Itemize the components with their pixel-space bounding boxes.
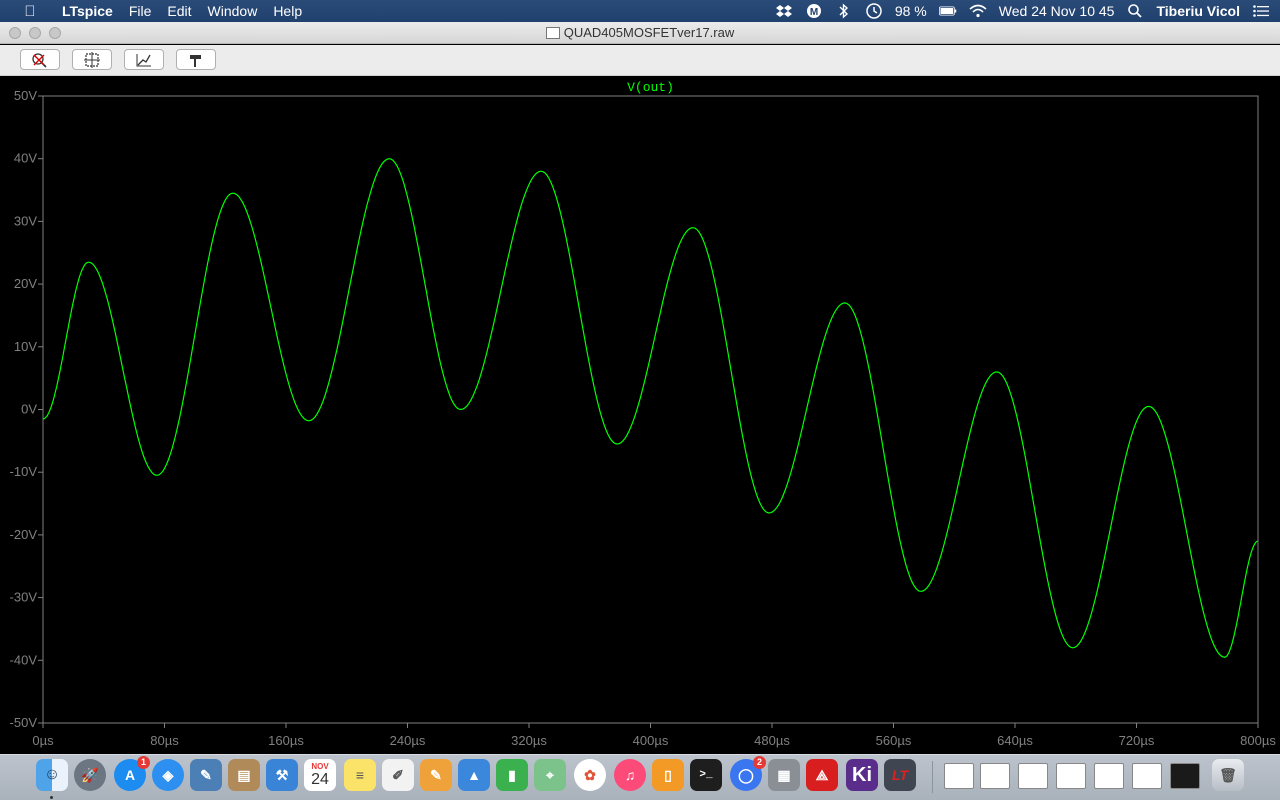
calendar-month: NOV	[311, 761, 329, 771]
trace-label: V(out)	[627, 80, 674, 95]
minimized-window-thumbnail[interactable]	[1132, 763, 1162, 789]
preview-icon[interactable]: ✎	[190, 759, 222, 791]
maps-icon[interactable]: ⌖	[534, 759, 566, 791]
y-tick-label: 10V	[14, 339, 37, 354]
x-tick-label: 640µs	[997, 733, 1033, 748]
zoom-extents-button[interactable]	[72, 49, 112, 70]
trace-v-out	[42, 158, 1259, 658]
user-name[interactable]: Tiberiu Vicol	[1156, 0, 1240, 22]
app-store-icon[interactable]: A1	[114, 756, 150, 791]
ltspice-icon[interactable]: LT	[884, 759, 916, 791]
y-tick-label: 30V	[14, 213, 37, 228]
trash-icon[interactable]: 🗑	[1212, 759, 1244, 791]
calculator-icon[interactable]: ▦	[768, 759, 800, 791]
y-tick-label: -50V	[10, 715, 38, 730]
y-tick-label: 20V	[14, 276, 37, 291]
bluetooth-icon[interactable]	[835, 2, 853, 20]
dock: ☺ 🚀 A1 ◈ ✎ ▤ ⚒ NOV 24 ≡ ✐ ✎ ▲ ▮ ⌖ ✿ ♫ ▯ …	[0, 754, 1280, 800]
waveform-document-icon	[545, 27, 560, 39]
plot-frame	[42, 95, 1259, 724]
hammer-icon	[190, 54, 201, 67]
minimized-window-thumbnail[interactable]	[1018, 763, 1048, 789]
zoom-back-icon	[136, 53, 151, 66]
x-tick-label: 800µs	[1240, 733, 1276, 748]
waveform-plot[interactable]: 50V 40V 30V 20V 10V 0V -10V -20V -30V -40V -50V 0µs…	[0, 76, 1280, 754]
x-tick-label: 400µs	[633, 733, 669, 748]
xcode-icon[interactable]: ⚒	[266, 759, 298, 791]
x-tick-label: 720µs	[1119, 733, 1155, 748]
y-tick-label: -20V	[10, 527, 38, 542]
dropbox-icon[interactable]	[775, 2, 793, 20]
autorange-button[interactable]	[176, 49, 216, 70]
window-title-bar[interactable]: QUAD405MOSFETver17.raw	[0, 22, 1280, 44]
finder-icon[interactable]: ☺	[36, 759, 68, 799]
keynote-icon[interactable]: ▲	[458, 759, 490, 791]
launchpad-icon[interactable]: 🚀	[74, 759, 106, 791]
zoom-off-icon	[32, 52, 47, 68]
y-tick-label: 40V	[14, 151, 37, 166]
calendar-icon[interactable]: NOV 24	[304, 759, 336, 791]
minimized-window-thumbnail[interactable]	[944, 763, 974, 789]
minimized-window-thumbnail[interactable]	[1170, 763, 1200, 789]
kicad-icon[interactable]: Ki	[846, 759, 878, 791]
y-tick-label: 0V	[21, 402, 37, 417]
x-tick-label: 0µs	[32, 733, 54, 748]
edit-menu[interactable]: Edit	[159, 0, 199, 22]
clock[interactable]: Wed 24 Nov 10 45	[999, 0, 1115, 22]
battery-icon[interactable]	[938, 2, 957, 20]
kicad-label: Ki	[852, 763, 872, 786]
y-tick-label: -10V	[10, 464, 38, 479]
x-tick-label: 560µs	[876, 733, 912, 748]
x-tick-label: 320µs	[511, 733, 547, 748]
pages-icon[interactable]: ✎	[420, 759, 452, 791]
photos-icon[interactable]: ✿	[574, 759, 606, 791]
acrobat-icon[interactable]: ⟁	[806, 759, 838, 791]
numbers-icon[interactable]: ▮	[496, 759, 528, 791]
file-menu[interactable]: File	[121, 0, 160, 22]
window-title-text: QUAD405MOSFETver17.raw	[563, 25, 735, 40]
waveform-plot-pane[interactable]: 50V 40V 30V 20V 10V 0V -10V -20V -30V -40V -50V 0µs…	[0, 76, 1280, 754]
contacts-icon[interactable]: ▤	[228, 759, 260, 791]
itunes-icon[interactable]: ♫	[614, 759, 646, 791]
apple-menu-icon[interactable]: 	[20, 3, 40, 20]
spotlight-search-icon[interactable]	[1126, 2, 1144, 20]
ltspice-label: LT	[891, 767, 909, 783]
zoom-back-button[interactable]	[124, 49, 164, 70]
window-menu[interactable]: Window	[200, 0, 266, 22]
help-menu[interactable]: Help	[265, 0, 310, 22]
wifi-icon[interactable]	[969, 2, 987, 20]
minimized-window-thumbnail[interactable]	[1094, 763, 1124, 789]
x-tick-label: 240µs	[390, 733, 426, 748]
x-tick-label: 160µs	[268, 733, 304, 748]
terminal-icon[interactable]: >_	[690, 759, 722, 791]
y-tick-label: -30V	[10, 590, 38, 605]
time-machine-icon[interactable]	[865, 2, 883, 20]
books-icon[interactable]: ▯	[652, 759, 684, 791]
x-tick-label: 80µs	[150, 733, 179, 748]
notes-icon[interactable]: ≡	[344, 759, 376, 791]
toolbar	[0, 45, 1280, 76]
signal-icon[interactable]: ◯ 2	[730, 756, 766, 791]
battery-percent: 98 %	[894, 3, 927, 19]
dock-separator	[932, 761, 933, 793]
textedit-icon[interactable]: ✐	[382, 759, 414, 791]
x-tick-label: 480µs	[754, 733, 790, 748]
malwarebytes-icon[interactable]: M	[805, 2, 823, 20]
app-store-badge: 1	[137, 756, 150, 769]
calendar-day: 24	[311, 770, 329, 788]
app-menu[interactable]: LTspice	[54, 0, 121, 22]
menu-bar:  LTspice File Edit Window Help M 98 % W…	[0, 0, 1280, 22]
signal-badge: 2	[753, 756, 766, 769]
notification-center-icon[interactable]	[1252, 2, 1270, 20]
y-tick-label: -40V	[10, 652, 38, 667]
svg-text:M: M	[810, 7, 818, 18]
zoom-off-button[interactable]	[20, 49, 60, 70]
y-tick-label: 50V	[14, 88, 37, 103]
minimized-window-thumbnail[interactable]	[980, 763, 1010, 789]
zoom-extents-icon	[84, 51, 100, 68]
window-title: QUAD405MOSFETver17.raw	[0, 22, 1280, 44]
safari-icon[interactable]: ◈	[152, 759, 184, 791]
minimized-window-thumbnail[interactable]	[1056, 763, 1086, 789]
